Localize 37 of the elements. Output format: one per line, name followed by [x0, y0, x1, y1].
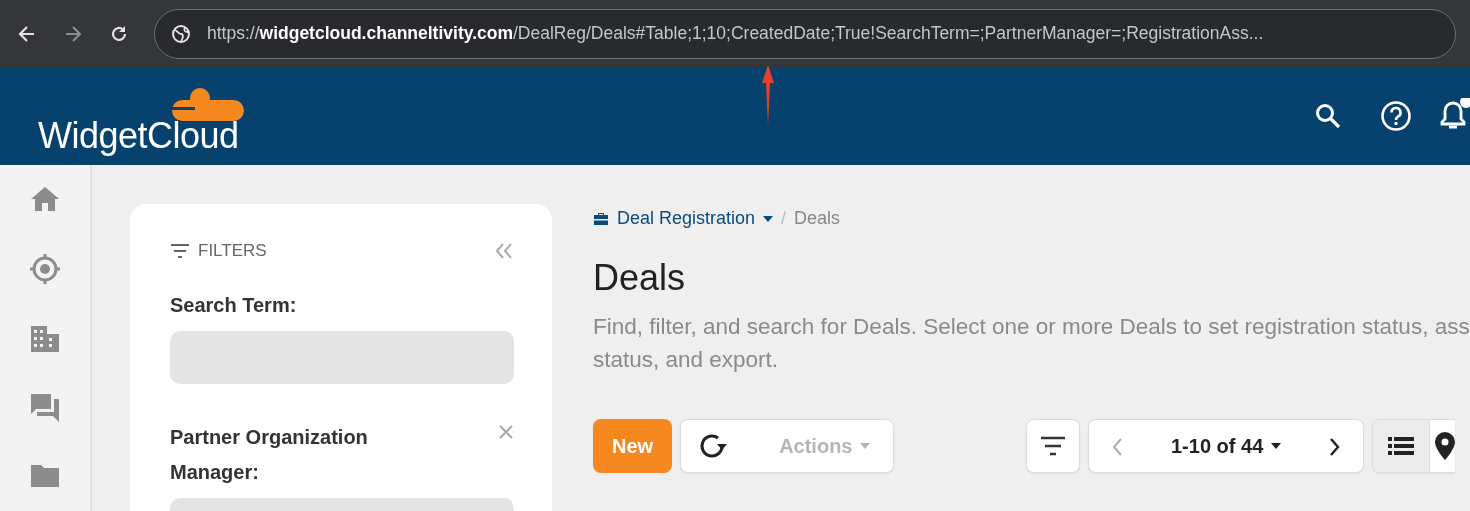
page-range-dropdown[interactable]: 1-10 of 44 — [1165, 430, 1288, 462]
description-line: status, and export. — [593, 346, 780, 374]
url-text: https://widgetcloud.channeltivity.com/DealReg/Deals#Table;1;10;CreatedDate;True!SearchTerm=;PartnerManager=;RegistrationAss... — [207, 22, 1264, 46]
home-icon[interactable] — [30, 185, 60, 213]
field-label: Partner Organization Manager: — [170, 424, 369, 485]
cloud-logo-icon — [171, 86, 245, 122]
filters-title: FILTERS — [198, 240, 267, 262]
target-icon[interactable] — [29, 253, 61, 285]
caret-icon — [1271, 443, 1282, 449]
logo-text: WidgetCloud — [38, 118, 240, 154]
help-icon[interactable] — [1380, 100, 1412, 132]
caret-icon — [763, 215, 774, 222]
address-bar[interactable]: https://widgetcloud.channeltivity.com/DealReg/Deals#Table;1;10;CreatedDate;True!SearchTerm=;PartnerManager=;RegistrationAss... — [154, 8, 1456, 59]
collapse-icon[interactable] — [494, 241, 514, 260]
briefcase-icon — [593, 211, 609, 226]
list-view-icon[interactable] — [1373, 420, 1430, 472]
breadcrumb-current: Deals — [794, 207, 841, 230]
building-icon[interactable] — [30, 325, 60, 353]
breadcrumb-link[interactable]: Deal Registration — [593, 205, 774, 232]
back-icon[interactable] — [17, 23, 37, 44]
description-line: Find, filter, and search for Deals. Select one or more Deals to set registration status, ass — [593, 313, 1470, 341]
folder-icon[interactable] — [30, 463, 60, 489]
input-field[interactable] — [170, 330, 514, 384]
chat-icon[interactable] — [30, 393, 60, 423]
previous-page-icon[interactable] — [1111, 436, 1124, 457]
next-page-icon[interactable] — [1329, 436, 1342, 457]
filter-icon — [170, 242, 190, 259]
forward-icon[interactable] — [63, 23, 83, 44]
breadcrumb-separator: / — [781, 207, 787, 230]
globe-icon — [171, 23, 191, 44]
filter-icon — [1040, 436, 1067, 456]
filter-button[interactable] — [1026, 419, 1081, 473]
page-title: Deals — [593, 260, 687, 296]
map-pin-icon[interactable] — [1429, 420, 1456, 472]
search-icon[interactable] — [1314, 102, 1342, 130]
field-label: Search Term: — [170, 292, 297, 318]
caret-icon — [860, 443, 871, 449]
